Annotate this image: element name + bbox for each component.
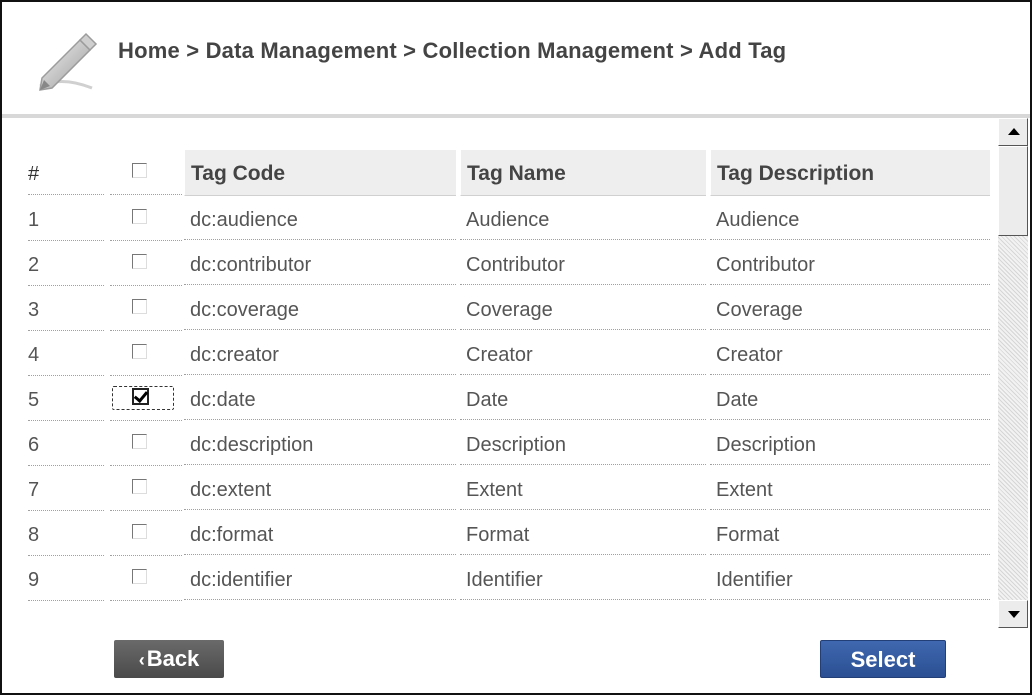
tag-description-cell: Creator: [710, 331, 990, 375]
arrow-down-icon: [1008, 611, 1020, 618]
tag-name-cell: Audience: [460, 196, 706, 240]
table-row[interactable]: 1 dc:audience Audience Audience: [28, 196, 994, 242]
tag-code-cell: dc:creator: [184, 331, 456, 375]
row-select-cell: [110, 466, 182, 511]
row-checkbox[interactable]: [132, 344, 147, 359]
tag-description-cell: Format: [710, 511, 990, 555]
tag-table: # Tag Code Tag Name Tag Description 1 dc:…: [2, 118, 998, 628]
breadcrumb: Home > Data Management > Collection Mana…: [118, 38, 787, 63]
row-select-cell: [110, 511, 182, 556]
select-all-cell: [110, 150, 182, 195]
chevron-left-icon: ‹: [138, 650, 145, 670]
tag-description-cell: Audience: [710, 196, 990, 240]
table-header-row: # Tag Code Tag Name Tag Description: [28, 150, 994, 196]
select-button[interactable]: Select: [820, 640, 946, 678]
tag-description-cell: Coverage: [710, 286, 990, 330]
scroll-thumb[interactable]: [998, 146, 1028, 236]
tag-name-cell: Format: [460, 511, 706, 555]
tag-description-cell: Contributor: [710, 241, 990, 285]
tag-description-cell: Description: [710, 421, 990, 465]
table-row[interactable]: 8 dc:format Format Format: [28, 511, 994, 557]
tag-code-cell: dc:coverage: [184, 286, 456, 330]
table-row[interactable]: 2 dc:contributor Contributor Contributor: [28, 241, 994, 287]
tag-description-cell: Extent: [710, 466, 990, 510]
table-row[interactable]: 4 dc:creator Creator Creator: [28, 331, 994, 377]
pencil-icon: [32, 26, 102, 96]
column-header-number: #: [28, 150, 104, 195]
row-checkbox[interactable]: [132, 434, 147, 449]
row-number: 7: [28, 466, 104, 511]
row-select-cell: [110, 196, 182, 241]
row-select-cell: [110, 556, 182, 601]
row-checkbox[interactable]: [132, 299, 147, 314]
row-checkbox[interactable]: [132, 388, 149, 405]
add-tag-dialog: Home > Data Management > Collection Mana…: [0, 0, 1032, 695]
back-button[interactable]: ‹Back: [114, 640, 224, 678]
tag-code-cell: dc:date: [184, 376, 456, 420]
scroll-down-button[interactable]: [998, 600, 1028, 628]
tag-name-cell: Date: [460, 376, 706, 420]
row-number: 3: [28, 286, 104, 331]
tag-description-cell: Identifier: [710, 556, 990, 600]
scroll-up-button[interactable]: [998, 118, 1028, 146]
row-number: 1: [28, 196, 104, 241]
tag-description-cell: Date: [710, 376, 990, 420]
tag-name-cell: Description: [460, 421, 706, 465]
table-row[interactable]: 9 dc:identifier Identifier Identifier: [28, 556, 994, 602]
page-header: Home > Data Management > Collection Mana…: [2, 2, 1030, 114]
row-select-cell: [110, 286, 182, 331]
row-number: 9: [28, 556, 104, 601]
row-select-cell: [110, 241, 182, 286]
vertical-scrollbar[interactable]: [998, 118, 1028, 628]
row-select-cell: [110, 331, 182, 376]
row-checkbox[interactable]: [132, 479, 147, 494]
table-row[interactable]: 3 dc:coverage Coverage Coverage: [28, 286, 994, 332]
row-number: 2: [28, 241, 104, 286]
tag-name-cell: Extent: [460, 466, 706, 510]
row-number: 6: [28, 421, 104, 466]
row-checkbox[interactable]: [132, 569, 147, 584]
table-row[interactable]: 7 dc:extent Extent Extent: [28, 466, 994, 512]
tag-code-cell: dc:description: [184, 421, 456, 465]
table-row[interactable]: 5 dc:date Date Date: [28, 376, 994, 422]
row-checkbox[interactable]: [132, 209, 147, 224]
row-number: 4: [28, 331, 104, 376]
tag-code-cell: dc:format: [184, 511, 456, 555]
row-number: 5: [28, 376, 104, 421]
arrow-up-icon: [1008, 128, 1020, 135]
column-header-tag-code[interactable]: Tag Code: [184, 150, 456, 196]
tag-name-cell: Contributor: [460, 241, 706, 285]
tag-code-cell: dc:contributor: [184, 241, 456, 285]
row-checkbox[interactable]: [132, 254, 147, 269]
column-header-tag-description[interactable]: Tag Description: [710, 150, 990, 196]
row-select-cell: [110, 376, 182, 421]
tag-code-cell: dc:extent: [184, 466, 456, 510]
back-button-label: Back: [146, 646, 200, 671]
tag-name-cell: Identifier: [460, 556, 706, 600]
table-row[interactable]: 6 dc:description Description Description: [28, 421, 994, 467]
tag-name-cell: Coverage: [460, 286, 706, 330]
tag-code-cell: dc:audience: [184, 196, 456, 240]
row-checkbox[interactable]: [132, 524, 147, 539]
row-select-cell: [110, 421, 182, 466]
select-all-checkbox[interactable]: [132, 163, 147, 178]
tag-code-cell: dc:identifier: [184, 556, 456, 600]
column-header-tag-name[interactable]: Tag Name: [460, 150, 706, 196]
tag-name-cell: Creator: [460, 331, 706, 375]
row-number: 8: [28, 511, 104, 556]
